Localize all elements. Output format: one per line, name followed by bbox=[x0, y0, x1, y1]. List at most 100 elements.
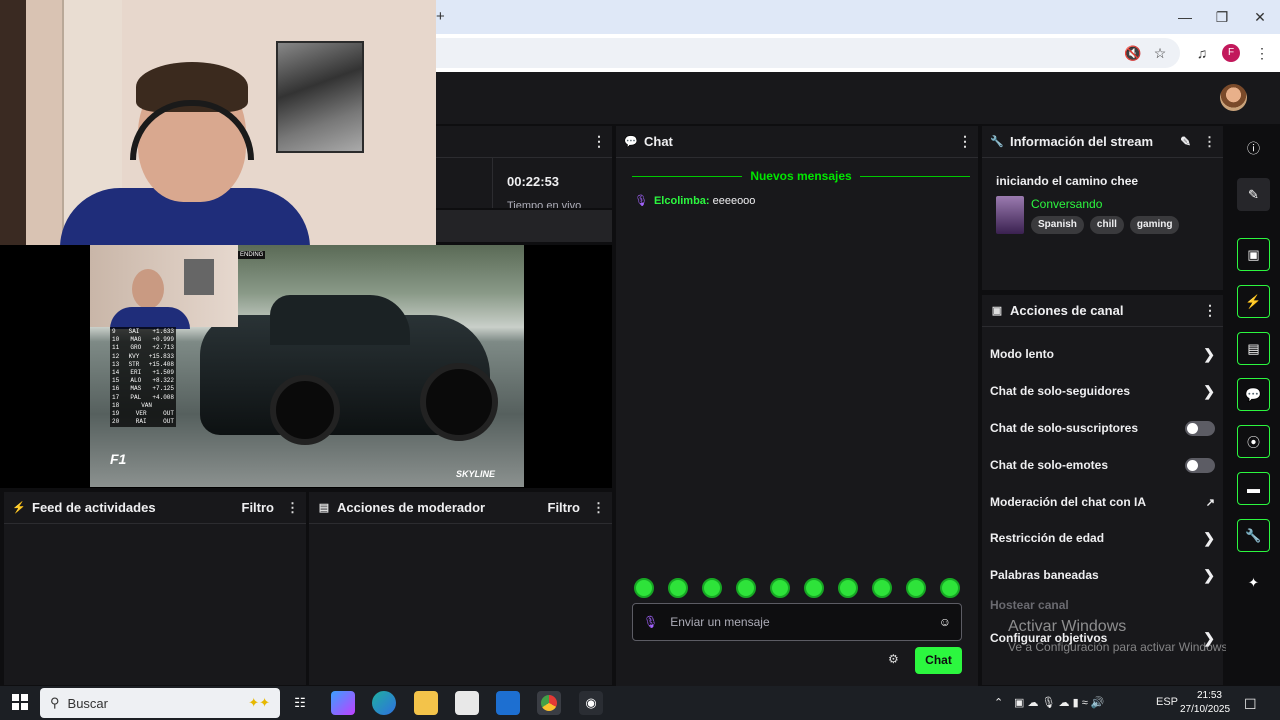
standings-row: 18 VAN bbox=[112, 402, 174, 410]
chat-input[interactable]: 🎙 Enviar un mensaje ☺ bbox=[632, 603, 962, 641]
windows-start-icon[interactable] bbox=[12, 694, 28, 710]
tray-chevron-icon[interactable]: ⌃ bbox=[994, 696, 1003, 709]
minimize-icon[interactable]: — bbox=[1176, 8, 1194, 26]
clip-icon[interactable]: ▣ bbox=[1237, 238, 1270, 271]
channel-icon: ▣ bbox=[991, 305, 1003, 317]
mod-menu-icon[interactable]: ⋮ bbox=[592, 500, 605, 516]
extensions-icon[interactable]: ✦ bbox=[1237, 566, 1270, 599]
tray-icons[interactable]: ▣ ☁ 🎙 ☁ ▮ ≈ 🔊 bbox=[1014, 696, 1104, 709]
tag[interactable]: gaming bbox=[1129, 216, 1180, 234]
sparkle-icon: ✦✦ bbox=[248, 695, 270, 710]
tag[interactable]: Spanish bbox=[1031, 216, 1084, 234]
stream-title: iniciando el camino chee bbox=[996, 174, 1139, 188]
tag[interactable]: chill bbox=[1089, 216, 1124, 234]
chat-menu-icon[interactable]: ⋮ bbox=[958, 133, 972, 150]
mod-filter-button[interactable]: Filtro bbox=[548, 500, 581, 515]
action-followers-only[interactable]: Chat de solo-seguidores ❯ bbox=[990, 381, 1215, 401]
emote-icon[interactable] bbox=[634, 578, 654, 598]
lightning-icon[interactable]: ⚡ bbox=[1237, 285, 1270, 318]
raid-icon[interactable]: ▬ bbox=[1237, 472, 1270, 505]
task-view-icon[interactable]: ☷ bbox=[288, 691, 312, 715]
stats-menu-icon[interactable]: ⋮ bbox=[592, 133, 606, 150]
stream-info-menu-icon[interactable]: ⋮ bbox=[1203, 134, 1216, 150]
tools-icon[interactable]: 🔧 bbox=[1237, 519, 1270, 552]
standings-gap: +4.008 bbox=[152, 393, 174, 401]
car-wheel bbox=[270, 375, 340, 445]
notifications-icon[interactable]: ☐ bbox=[1244, 696, 1257, 713]
emote-icon[interactable] bbox=[940, 578, 960, 598]
standings-pos: 10 bbox=[112, 336, 120, 344]
standings-gap: +2.713 bbox=[152, 344, 174, 352]
user-avatar[interactable] bbox=[1220, 84, 1247, 111]
f1-car-cockpit bbox=[270, 295, 410, 345]
chat-bubble-icon: 💬 bbox=[624, 136, 638, 148]
dashboard-header bbox=[436, 72, 1280, 124]
mic-badge-icon: 🎙 bbox=[634, 195, 648, 207]
info-icon[interactable]: ⓘ bbox=[1237, 131, 1270, 164]
standings-pos: 18 bbox=[112, 401, 120, 409]
chat-username[interactable]: Elcolimba: bbox=[654, 195, 710, 207]
new-tab-button[interactable]: + bbox=[436, 8, 445, 25]
stats-row bbox=[436, 210, 612, 242]
copilot-icon[interactable] bbox=[331, 691, 355, 715]
emote-icon[interactable] bbox=[804, 578, 824, 598]
activity-feed-title: Feed de actividades bbox=[32, 500, 156, 515]
edge-icon[interactable] bbox=[372, 691, 396, 715]
chat-settings-icon[interactable]: ⚙ bbox=[888, 652, 899, 666]
stream-preview-video[interactable]: ENDING 9 SAI +1.633 10 MAG +0.999 11 GRO +2.713 1… bbox=[90, 245, 524, 487]
taskbar-search[interactable]: ⚲ Buscar ✦✦ bbox=[40, 688, 280, 718]
action-label: Chat de solo-suscriptores bbox=[990, 421, 1139, 435]
category-thumbnail[interactable] bbox=[996, 196, 1024, 234]
edit-icon[interactable]: ✎ bbox=[1237, 178, 1270, 211]
close-icon[interactable]: ✕ bbox=[1251, 8, 1269, 26]
obs-icon[interactable]: ◉ bbox=[579, 691, 603, 715]
standings-pos: 14 bbox=[112, 368, 120, 376]
action-slow-mode[interactable]: Modo lento ❯ bbox=[990, 344, 1215, 364]
chat-panel: 💬 Chat ⋮ bbox=[616, 126, 978, 686]
standings-gap: OUT bbox=[163, 418, 174, 426]
outlook-icon[interactable] bbox=[496, 691, 520, 715]
mic-icon[interactable]: 🎙 bbox=[643, 615, 658, 629]
emote-icon[interactable] bbox=[906, 578, 926, 598]
broadcast-icon[interactable]: ⦿ bbox=[1237, 425, 1270, 458]
action-ai-moderation[interactable]: Moderación del chat con IA ↗ bbox=[990, 492, 1215, 512]
emote-icon[interactable] bbox=[668, 578, 688, 598]
action-banned-words[interactable]: Palabras baneadas ❯ bbox=[990, 565, 1215, 585]
emote-icon[interactable] bbox=[838, 578, 858, 598]
subscribers-only-toggle[interactable] bbox=[1185, 420, 1215, 436]
emote-picker-icon[interactable]: ☺ bbox=[939, 615, 951, 629]
profile-avatar[interactable]: F bbox=[1222, 44, 1240, 62]
edit-pencil-icon[interactable]: ✎ bbox=[1180, 134, 1191, 150]
feed-menu-icon[interactable]: ⋮ bbox=[286, 500, 299, 516]
standings-gap: +8.322 bbox=[152, 377, 174, 385]
standings-pos: 16 bbox=[112, 385, 120, 393]
muted-icon[interactable]: 🔇 bbox=[1123, 43, 1143, 63]
language-indicator[interactable]: ESP bbox=[1156, 696, 1178, 708]
restore-icon[interactable]: ❐ bbox=[1213, 8, 1231, 26]
emote-icon[interactable] bbox=[770, 578, 790, 598]
bookmark-star-icon[interactable]: ☆ bbox=[1150, 43, 1170, 63]
standings-row: 19 VER OUT bbox=[112, 410, 174, 418]
search-placeholder: Buscar bbox=[67, 695, 108, 711]
media-control-icon[interactable]: ♫ bbox=[1192, 43, 1212, 63]
emote-icon[interactable] bbox=[702, 578, 722, 598]
action-age-restriction[interactable]: Restricción de edad ❯ bbox=[990, 528, 1215, 548]
standings-row: 14 ERI +1.509 bbox=[112, 369, 174, 377]
stream-category[interactable]: Conversando bbox=[1031, 197, 1102, 211]
browser-menu-icon[interactable]: ⋮ bbox=[1252, 43, 1272, 63]
chat-icon[interactable]: 💬 bbox=[1237, 378, 1270, 411]
address-bar[interactable] bbox=[436, 38, 1180, 68]
standings-row: 10 MAG +0.999 bbox=[112, 336, 174, 344]
browser-tab-bar bbox=[436, 0, 1280, 34]
emote-icon[interactable] bbox=[736, 578, 756, 598]
taskbar-clock[interactable]: 21:53 27/10/2025 bbox=[1180, 689, 1230, 717]
chrome-icon[interactable] bbox=[537, 691, 561, 715]
store-icon[interactable] bbox=[455, 691, 479, 715]
notes-icon[interactable]: ▤ bbox=[1237, 332, 1270, 365]
emotes-only-toggle[interactable] bbox=[1185, 457, 1215, 473]
file-explorer-icon[interactable] bbox=[414, 691, 438, 715]
emote-icon[interactable] bbox=[872, 578, 892, 598]
feed-filter-button[interactable]: Filtro bbox=[242, 500, 275, 515]
chat-send-button[interactable]: Chat bbox=[915, 647, 962, 674]
channel-actions-menu-icon[interactable]: ⋮ bbox=[1203, 302, 1217, 319]
